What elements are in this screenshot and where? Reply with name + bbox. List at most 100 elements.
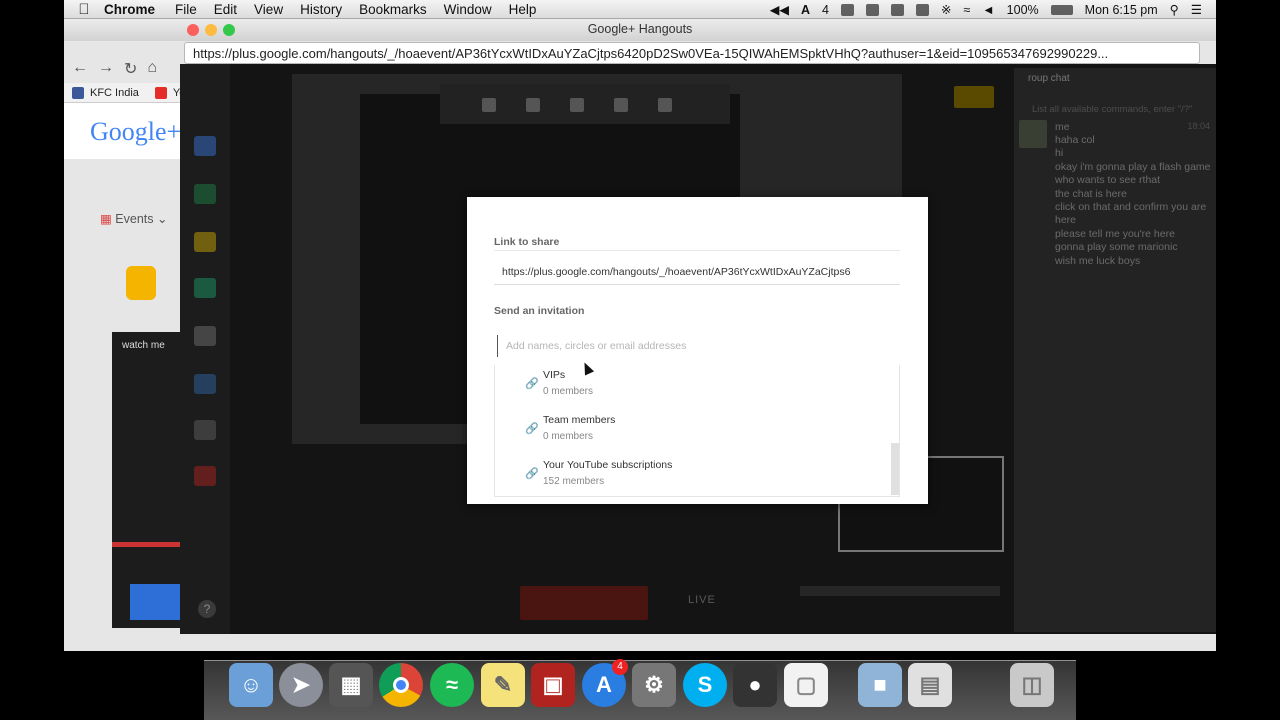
menu-edit[interactable]: Edit	[214, 2, 237, 17]
adobe-icon[interactable]: A	[801, 3, 810, 17]
stickies-icon[interactable]: ✎	[481, 663, 525, 707]
evernote-icon[interactable]	[890, 3, 904, 16]
address-bar[interactable]: https://plus.google.com/hangouts/_/hoaev…	[184, 42, 1200, 64]
share-link-field[interactable]: https://plus.google.com/hangouts/_/hoaev…	[494, 258, 900, 285]
bluetooth-icon[interactable]: ※	[941, 2, 951, 17]
notification-center-icon[interactable]: ☰	[1191, 2, 1202, 17]
chat-title: roup chat	[1028, 73, 1070, 84]
broadcast-button[interactable]	[954, 86, 994, 108]
menu-help[interactable]: Help	[509, 2, 537, 17]
trash-icon[interactable]: ◫	[1010, 663, 1054, 707]
divider	[494, 250, 900, 251]
cameraman-app-icon[interactable]	[194, 374, 216, 394]
video-progress-bar	[112, 542, 180, 547]
settings-gear-icon[interactable]	[658, 98, 672, 112]
invite-input[interactable]	[497, 335, 900, 357]
time-machine-icon[interactable]	[915, 3, 929, 16]
broadcast-info-text	[800, 586, 1000, 596]
suggestion-count: 0 members	[543, 431, 594, 442]
mute-mic-icon[interactable]	[526, 98, 540, 112]
chrome-icon[interactable]	[379, 663, 423, 707]
drive-app-icon[interactable]	[194, 278, 216, 298]
facebook-icon	[72, 86, 84, 99]
suggestion-name: Team members	[543, 414, 616, 426]
screenshare-app-icon[interactable]	[194, 184, 216, 204]
chat-message: haha col	[1055, 134, 1095, 146]
applications-folder-icon[interactable]: ■	[858, 663, 902, 707]
battery-percent[interactable]: 100%	[1007, 3, 1039, 17]
camera-icon[interactable]	[570, 98, 584, 112]
effects-app-icon[interactable]	[194, 232, 216, 252]
menu-view[interactable]: View	[254, 2, 283, 17]
forward-icon[interactable]: →	[98, 59, 114, 79]
chat-message: hi	[1055, 147, 1064, 160]
menu-window[interactable]: Window	[444, 2, 492, 17]
suggestion-count: 0 members	[543, 386, 594, 397]
launchpad-icon[interactable]: ➤	[279, 663, 323, 707]
dropdown-scrollbar[interactable]	[891, 443, 899, 495]
hangout-toolbar	[440, 84, 730, 124]
clock[interactable]: Mon 6:15 pm	[1085, 3, 1158, 17]
app-store-badge: 4	[612, 659, 628, 675]
menu-history[interactable]: History	[300, 2, 342, 17]
text-file-icon[interactable]: ▢	[784, 663, 828, 707]
window-title: Google+ Hangouts	[587, 22, 693, 36]
calendar-icon: ▦	[100, 212, 112, 226]
group-chat-panel: roup chat List all available commands, e…	[1014, 68, 1216, 632]
events-tab-label: Events	[115, 212, 154, 226]
system-preferences-icon[interactable]: ⚙	[632, 663, 676, 707]
documents-stack-icon[interactable]: ▤	[908, 663, 952, 707]
start-hangout-button[interactable]	[130, 584, 180, 620]
suggestion-youtube-subscriptions[interactable]: 🔗 Your YouTube subscriptions 152 members	[495, 457, 891, 496]
chat-message: click on that and confirm you are here	[1055, 201, 1207, 227]
menu-file[interactable]: File	[175, 2, 197, 17]
chat-time: 18:04	[1187, 121, 1210, 131]
apple-menu-icon[interactable]: 	[64, 1, 104, 18]
google-plus-logo[interactable]: Google+	[90, 117, 181, 147]
bookmark-kfc-india[interactable]: KFC India	[90, 87, 139, 99]
volume-up-icon[interactable]: ◀◀	[770, 2, 789, 17]
event-card[interactable]: watch me	[112, 332, 180, 628]
control-room-app-icon[interactable]	[194, 326, 216, 346]
spotify-icon[interactable]: ≈	[430, 663, 474, 707]
suggestion-vips[interactable]: 🔗 VIPs 0 members	[495, 367, 891, 409]
live-label: LIVE	[688, 594, 716, 606]
iphoto-icon[interactable]: ▦	[329, 663, 373, 707]
photo-booth-icon[interactable]: ▣	[531, 663, 575, 707]
help-icon[interactable]: ?	[198, 600, 216, 618]
chat-messages: haha col hi okay i'm gonna play a flash …	[1055, 134, 1213, 268]
link-icon: 🔗	[525, 468, 539, 480]
battery-icon[interactable]	[1050, 4, 1073, 15]
invite-people-icon[interactable]	[482, 98, 496, 112]
menu-app-name[interactable]: Chrome	[104, 2, 155, 17]
menu-bookmarks[interactable]: Bookmarks	[359, 2, 427, 17]
events-tab[interactable]: ▦ Events ⌄	[100, 211, 167, 226]
chat-hint: List all available commands, enter "/?"	[1032, 104, 1193, 115]
link-to-share-label: Link to share	[494, 236, 560, 248]
add-apps-icon[interactable]	[194, 420, 216, 440]
back-icon[interactable]: ←	[72, 59, 88, 79]
chat-message: gonna play some marionic	[1055, 241, 1178, 254]
spotlight-icon[interactable]: ⚲	[1170, 2, 1179, 17]
joystick-app-icon[interactable]: ●	[733, 663, 777, 707]
finder-icon[interactable]: ☺	[229, 663, 273, 707]
notification-icon[interactable]	[865, 3, 879, 16]
status-number: 4	[821, 2, 829, 17]
send-invitation-label: Send an invitation	[494, 305, 585, 317]
bandwidth-icon[interactable]	[614, 98, 628, 112]
youtube-app-icon[interactable]	[194, 466, 216, 486]
desktop:  Chrome File Edit View History Bookmark…	[0, 0, 1280, 720]
suggestion-team-members[interactable]: 🔗 Team members 0 members	[495, 412, 891, 454]
wifi-icon[interactable]: ≈	[963, 3, 970, 17]
window-titlebar: Google+ Hangouts	[64, 19, 1216, 41]
chat-message: okay i'm gonna play a flash game	[1055, 160, 1211, 173]
chat-app-icon[interactable]	[194, 136, 216, 156]
drive-icon[interactable]	[840, 3, 854, 16]
link-icon: 🔗	[525, 378, 539, 390]
home-icon[interactable]: ⌂	[147, 59, 157, 79]
reload-icon[interactable]: ↻	[124, 59, 137, 79]
suggestion-name: Your YouTube subscriptions	[543, 459, 673, 471]
skype-icon[interactable]: S	[683, 663, 727, 707]
start-broadcast-button[interactable]	[520, 586, 648, 620]
speaker-icon[interactable]: ◄	[982, 3, 994, 17]
